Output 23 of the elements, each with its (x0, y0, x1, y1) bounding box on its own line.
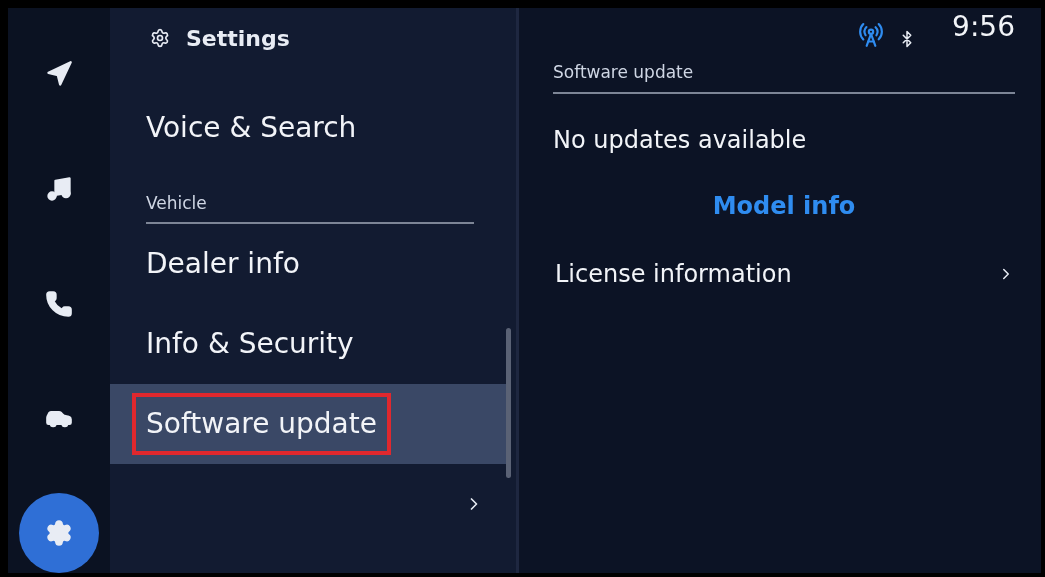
settings-item[interactable]: Info & Security (110, 304, 506, 384)
settings-icon (150, 28, 170, 48)
antenna-icon (858, 22, 885, 48)
navigation-icon (45, 60, 73, 88)
settings-title: Settings (186, 24, 290, 53)
item-label: Voice & Search (145, 110, 358, 146)
item-label: Info & Security (145, 326, 355, 362)
item-label: Dealer info (145, 246, 301, 282)
item-label: Software update (132, 393, 391, 455)
section-header: Software update (553, 61, 695, 84)
music-icon (45, 174, 73, 203)
update-status: No updates available (553, 124, 808, 156)
model-info-button[interactable]: Model info (712, 187, 856, 224)
section-header: Vehicle (146, 191, 208, 215)
settings-item[interactable]: Voice & Search (110, 88, 506, 168)
scrollbar[interactable] (506, 328, 511, 478)
phone-icon (45, 289, 73, 318)
settings-item[interactable]: Dealer info (110, 224, 506, 304)
row-label: License information (555, 258, 792, 290)
settings-item[interactable]: Software update (110, 384, 506, 464)
settings-icon (45, 519, 73, 547)
license-row[interactable]: License information (553, 223, 1015, 292)
clock: 9:56 (952, 9, 1015, 45)
